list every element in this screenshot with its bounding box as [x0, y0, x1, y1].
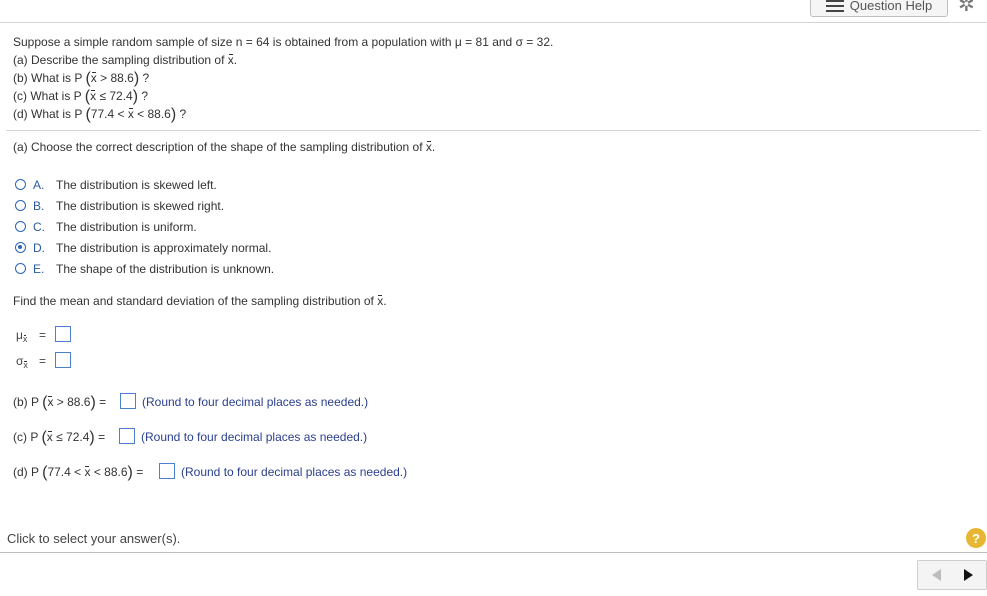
option-text[interactable]: The distribution is approximately normal… [56, 241, 271, 255]
next-arrow-icon[interactable] [964, 569, 973, 581]
question-help-label: Question Help [849, 0, 933, 13]
part-c-answer-box[interactable] [119, 428, 135, 444]
option-text[interactable]: The distribution is skewed right. [56, 199, 224, 213]
part-b-answer-box[interactable] [120, 393, 136, 409]
mu-equals: = [39, 328, 47, 342]
round-hint: (Round to four decimal places as needed.… [142, 395, 369, 409]
option-letter: D. [33, 241, 45, 255]
mean-answer-box[interactable] [55, 326, 71, 342]
part-d-answer-box[interactable] [159, 463, 175, 479]
problem-part-a: (a) Describe the sampling distribution o… [13, 53, 238, 67]
sd-answer-box[interactable] [55, 352, 71, 368]
option-letter: A. [33, 178, 45, 192]
problem-divider [6, 130, 981, 131]
sigma-equals: = [39, 354, 47, 368]
header-divider [0, 22, 987, 23]
help-icon[interactable]: ? [966, 528, 986, 548]
problem-part-d: (d) What is P (77.4 < x < 88.6) ? [13, 106, 187, 123]
pagination-controls [917, 560, 987, 590]
prev-arrow-icon[interactable] [932, 569, 941, 581]
sigma-xbar-label: σx [16, 354, 28, 370]
option-letter: B. [33, 199, 45, 213]
gear-icon[interactable]: ✲ [958, 0, 975, 17]
option-text[interactable]: The distribution is skewed left. [56, 178, 217, 192]
mu-xbar-label: μx [16, 328, 28, 344]
round-hint: (Round to four decimal places as needed.… [181, 465, 408, 479]
problem-part-b: (b) What is P (x > 88.6) ? [13, 70, 150, 87]
problem-intro: Suppose a simple random sample of size n… [13, 35, 554, 49]
part-a-prompt: (a) Choose the correct description of th… [13, 140, 436, 154]
option-text[interactable]: The distribution is uniform. [56, 220, 197, 234]
round-hint: (Round to four decimal places as needed.… [141, 430, 368, 444]
footer-divider [0, 552, 987, 553]
radio-d-selected[interactable] [15, 242, 26, 253]
radio-c[interactable] [15, 221, 26, 232]
part-d-expression: (d) P (77.4 < x < 88.6) = [13, 464, 144, 481]
radio-e[interactable] [15, 263, 26, 274]
option-text[interactable]: The shape of the distribution is unknown… [56, 262, 274, 276]
question-help-button[interactable]: Question Help [810, 0, 948, 17]
part-c-expression: (c) P (x ≤ 72.4) = [13, 429, 106, 446]
problem-part-c: (c) What is P (x ≤ 72.4) ? [13, 88, 149, 105]
radio-b[interactable] [15, 200, 26, 211]
option-letter: C. [33, 220, 45, 234]
option-letter: E. [33, 262, 45, 276]
mean-sd-prompt: Find the mean and standard deviation of … [13, 294, 387, 308]
status-text: Click to select your answer(s). [7, 531, 181, 546]
radio-a[interactable] [15, 179, 26, 190]
list-icon [825, 0, 844, 12]
part-b-expression: (b) P (x > 88.6) = [13, 394, 107, 411]
